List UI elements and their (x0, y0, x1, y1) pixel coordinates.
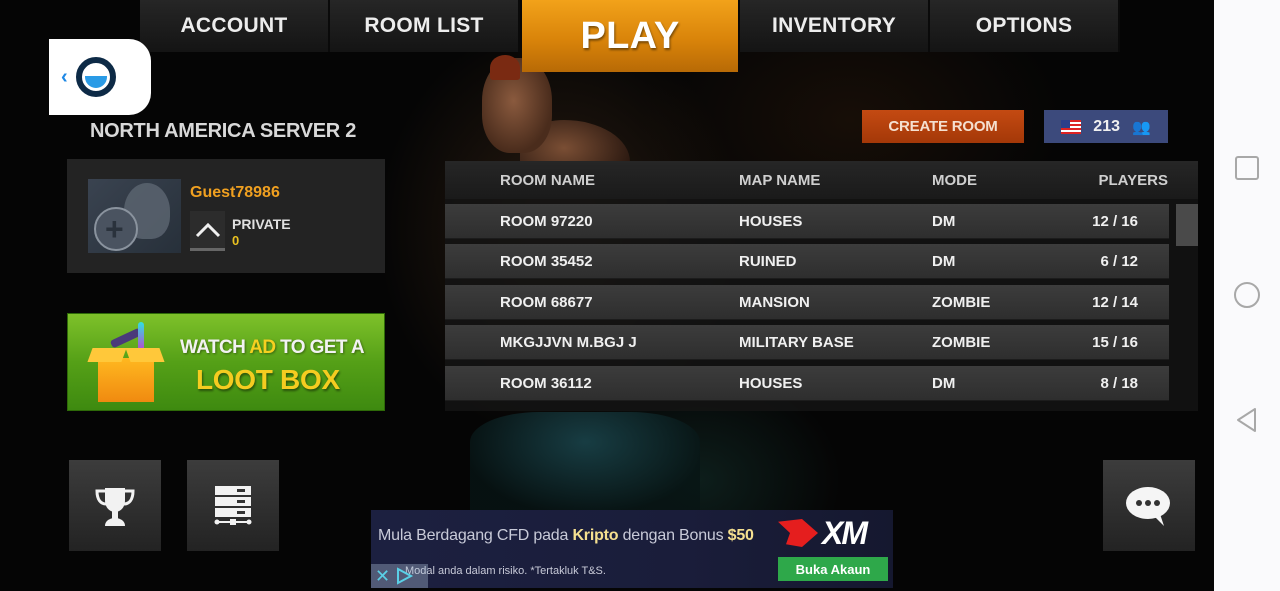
tab-options[interactable]: OPTIONS (930, 0, 1120, 52)
ad-choices-button[interactable]: ✕ (371, 564, 428, 588)
overlay-app-icon (75, 57, 116, 97)
main-tabs: ACCOUNT ROOM LIST PLAY INVENTORY OPTIONS (140, 0, 1120, 72)
room-name: MKGJJVN M.BGJ J (500, 334, 637, 351)
chat-button[interactable] (1103, 460, 1195, 551)
create-room-button[interactable]: CREATE ROOM (862, 110, 1024, 143)
table-row[interactable]: ROOM 68677 MANSION ZOMBIE 12 / 14 (445, 285, 1169, 320)
room-list-scrollbar[interactable] (1176, 204, 1198, 404)
tab-inventory[interactable]: INVENTORY (740, 0, 930, 52)
ad-brand: XM (822, 514, 868, 551)
map-name: MANSION (739, 294, 810, 311)
mode: ZOMBIE (932, 334, 991, 351)
header-players[interactable]: PLAYERS (1099, 172, 1168, 189)
tab-account[interactable]: ACCOUNT (140, 0, 330, 52)
rank-up-button[interactable] (190, 211, 225, 251)
server-name: NORTH AMERICA SERVER 2 (90, 120, 357, 142)
players: 12 / 14 (1092, 294, 1138, 311)
online-players-badge: 213 👥 (1044, 110, 1168, 143)
room-type-value: 0 (232, 233, 240, 248)
character-art-legs (470, 412, 700, 512)
server-icon (214, 485, 252, 525)
character-art-hair (490, 55, 520, 80)
room-name: ROOM 35452 (500, 253, 593, 270)
android-nav-bar (1214, 0, 1280, 591)
gamepad-icon (94, 207, 138, 251)
mode: ZOMBIE (932, 294, 991, 311)
table-row[interactable]: ROOM 36112 HOUSES DM 8 / 18 (445, 366, 1169, 401)
back-icon[interactable] (1233, 406, 1261, 434)
table-row[interactable]: ROOM 35452 RUINED DM 6 / 12 (445, 244, 1169, 279)
chevron-left-icon: ‹ (61, 65, 68, 88)
lootbox-line1: WATCH AD TO GET A (180, 337, 365, 358)
header-room-name[interactable]: ROOM NAME (500, 172, 595, 189)
map-name: HOUSES (739, 375, 803, 392)
ad-choices-icon (397, 567, 414, 585)
server-select-button[interactable] (187, 460, 279, 551)
players: 12 / 16 (1092, 213, 1138, 230)
trophy-icon (95, 487, 135, 526)
table-row[interactable]: MKGJJVN M.BGJ J MILITARY BASE ZOMBIE 15 … (445, 325, 1169, 360)
players: 6 / 12 (1100, 253, 1138, 270)
mode: DM (932, 213, 956, 230)
us-flag-icon (1061, 119, 1082, 134)
header-map-name[interactable]: MAP NAME (739, 172, 820, 189)
ad-banner[interactable]: Mula Berdagang CFD pada Kripto dengan Bo… (371, 510, 893, 588)
room-type-label: PRIVATE (232, 216, 291, 232)
profile-card: Guest78986 PRIVATE 0 (67, 159, 385, 273)
header-mode[interactable]: MODE (932, 172, 977, 189)
avatar[interactable] (88, 179, 181, 253)
room-name: ROOM 97220 (500, 213, 593, 230)
leaderboard-button[interactable] (69, 460, 161, 551)
map-name: RUINED (739, 253, 797, 270)
room-list-table: ROOM NAME MAP NAME MODE PLAYERS ROOM 972… (445, 161, 1198, 411)
mode: DM (932, 375, 956, 392)
tab-play[interactable]: PLAY (522, 0, 738, 72)
scroll-thumb[interactable] (1176, 204, 1198, 246)
table-row[interactable]: ROOM 97220 HOUSES DM 12 / 16 (445, 204, 1169, 239)
people-icon: 👥 (1132, 118, 1151, 136)
room-name: ROOM 68677 (500, 294, 593, 311)
ad-cta-button[interactable]: Buka Akaun (778, 557, 888, 581)
chevron-up-icon (195, 222, 220, 237)
chat-bubble-icon (1126, 486, 1170, 526)
online-count: 213 (1093, 117, 1120, 135)
watch-ad-lootbox-button[interactable]: WATCH AD TO GET A LOOT BOX (67, 313, 385, 411)
recent-apps-icon[interactable] (1233, 154, 1261, 182)
ad-headline: Mula Berdagang CFD pada Kripto dengan Bo… (378, 527, 754, 544)
map-name: MILITARY BASE (739, 334, 854, 351)
username: Guest78986 (190, 184, 280, 201)
tab-room-list[interactable]: ROOM LIST (330, 0, 520, 52)
game-screen: ACCOUNT ROOM LIST PLAY INVENTORY OPTIONS… (0, 0, 1214, 591)
xm-logo-icon (778, 519, 818, 547)
players: 15 / 16 (1092, 334, 1138, 351)
lootbox-line2: LOOT BOX (196, 364, 340, 395)
players: 8 / 18 (1100, 375, 1138, 392)
ad-brand-logo: XM (778, 514, 868, 551)
map-name: HOUSES (739, 213, 803, 230)
close-icon: ✕ (375, 565, 391, 586)
table-header: ROOM NAME MAP NAME MODE PLAYERS (445, 161, 1198, 199)
room-name: ROOM 36112 (500, 375, 592, 392)
ad-disclaimer: Modal anda dalam risiko. *Tertakluk T&S. (405, 565, 606, 577)
home-icon[interactable] (1233, 281, 1261, 309)
floating-overlay-widget[interactable]: ‹ (49, 39, 151, 115)
mode: DM (932, 253, 956, 270)
lootbox-icon (87, 322, 165, 402)
